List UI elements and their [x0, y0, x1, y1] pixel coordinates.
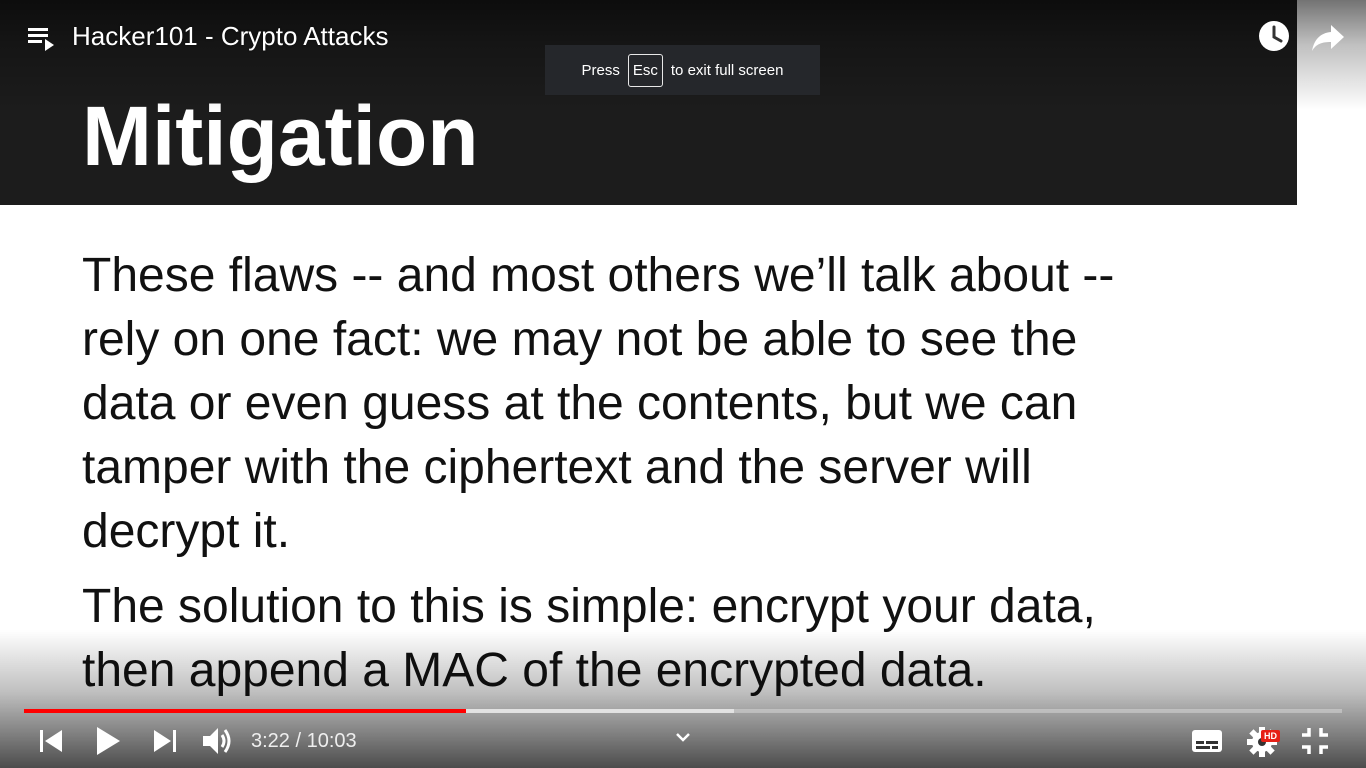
watch-later-button[interactable] [1257, 19, 1291, 53]
video-title[interactable]: Hacker101 - Crypto Attacks [72, 20, 388, 52]
fullscreen-notice-before: Press [581, 61, 620, 79]
fullscreen-notice-after: to exit full screen [670, 61, 784, 79]
clock-icon [1259, 21, 1289, 51]
skip-next-icon [154, 730, 176, 752]
slide-title: Mitigation [82, 89, 479, 183]
slide-line: then append a MAC of the encrypted data. [82, 644, 987, 697]
play-button[interactable] [92, 724, 124, 758]
time-display: 3:22 / 10:03 [251, 729, 357, 753]
more-videos-button[interactable] [672, 726, 694, 748]
volume-button[interactable] [200, 724, 236, 758]
play-icon [97, 727, 120, 755]
slide-body: These flaws -- and most others we’ll tal… [82, 244, 1282, 703]
esc-key-label: Esc [627, 53, 663, 87]
share-arrow-icon [1312, 25, 1344, 51]
fullscreen-notice: Press Esc to exit full screen [545, 45, 820, 95]
duration: 10:03 [306, 730, 357, 752]
progress-bar[interactable] [24, 707, 1342, 715]
next-button[interactable] [150, 726, 180, 756]
volume-icon [203, 728, 231, 754]
time-separator: / [295, 730, 302, 752]
slide-line: decrypt it. [82, 505, 291, 558]
progress-played [24, 709, 466, 713]
playlist-button[interactable] [24, 22, 60, 54]
slide-line: These flaws -- and most others we’ll tal… [82, 249, 1115, 302]
slide-line: The solution to this is simple: encrypt … [82, 580, 1096, 633]
slide-line: rely on one fact: we may not be able to … [82, 313, 1078, 366]
chevron-down-icon [676, 733, 690, 742]
hd-badge: HD [1261, 730, 1280, 742]
playlist-icon [28, 28, 54, 51]
slide-line: data or even guess at the contents, but … [82, 377, 1078, 430]
exit-fullscreen-icon [1302, 728, 1328, 754]
subtitles-icon [1192, 730, 1222, 752]
exit-fullscreen-button[interactable] [1298, 724, 1332, 758]
slide-line: tamper with the ciphertext and the serve… [82, 441, 1032, 494]
previous-button[interactable] [36, 726, 66, 756]
skip-previous-icon [40, 730, 62, 752]
video-player[interactable]: Mitigation These flaws -- and most other… [0, 0, 1366, 768]
share-button[interactable] [1310, 20, 1346, 54]
slide-paragraph-1: These flaws -- and most others we’ll tal… [82, 244, 1282, 564]
subtitles-button[interactable] [1190, 727, 1224, 755]
current-time: 3:22 [251, 730, 290, 752]
slide-paragraph-2: The solution to this is simple: encrypt … [82, 575, 1282, 703]
